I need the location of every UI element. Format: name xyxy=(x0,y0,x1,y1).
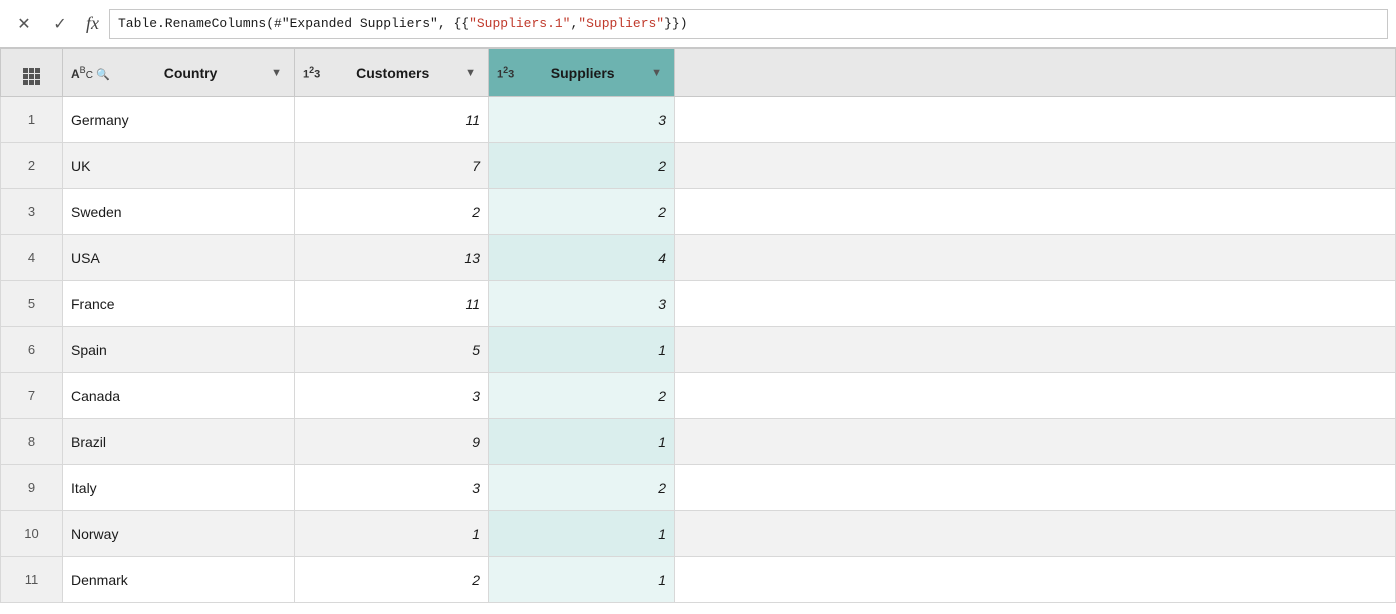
cell-customers: 2 xyxy=(295,557,489,603)
col-header-country: ABC 🔍 Country ▼ xyxy=(63,49,295,97)
table-row: 10Norway11 xyxy=(1,511,1396,557)
cell-empty xyxy=(675,419,1396,465)
table-row: 3Sweden22 xyxy=(1,189,1396,235)
row-number: 3 xyxy=(1,189,63,235)
row-number: 5 xyxy=(1,281,63,327)
confirm-button[interactable]: ✓ xyxy=(44,8,76,40)
row-number: 11 xyxy=(1,557,63,603)
cell-country: Canada xyxy=(63,373,295,419)
row-number: 10 xyxy=(1,511,63,557)
cell-suppliers: 3 xyxy=(489,281,675,327)
cell-suppliers: 2 xyxy=(489,189,675,235)
cell-suppliers: 1 xyxy=(489,419,675,465)
country-dropdown-button[interactable]: ▼ xyxy=(267,65,286,81)
cell-suppliers: 2 xyxy=(489,373,675,419)
table-row: 4USA134 xyxy=(1,235,1396,281)
table-row: 6Spain51 xyxy=(1,327,1396,373)
cell-empty xyxy=(675,235,1396,281)
cell-suppliers: 1 xyxy=(489,557,675,603)
cell-country: Brazil xyxy=(63,419,295,465)
cell-country: UK xyxy=(63,143,295,189)
table-grid-icon xyxy=(23,68,40,85)
customers-col-label: Customers xyxy=(324,65,461,81)
cell-empty xyxy=(675,143,1396,189)
cell-customers: 9 xyxy=(295,419,489,465)
country-type-icon: ABC 🔍 xyxy=(71,65,110,81)
suppliers-dropdown-button[interactable]: ▼ xyxy=(647,65,666,81)
country-col-label: Country xyxy=(114,65,267,81)
formula-bar: ✕ ✓ fx Table.RenameColumns(#"Expanded Su… xyxy=(0,0,1396,48)
cell-country: Denmark xyxy=(63,557,295,603)
formula-text-prefix: Table.RenameColumns(#"Expanded Suppliers… xyxy=(118,16,469,31)
cancel-button[interactable]: ✕ xyxy=(8,8,40,40)
row-number: 8 xyxy=(1,419,63,465)
table-row: 2UK72 xyxy=(1,143,1396,189)
table-row: 5France113 xyxy=(1,281,1396,327)
cell-suppliers: 4 xyxy=(489,235,675,281)
formula-text-value: "Suppliers" xyxy=(578,16,664,31)
suppliers-type-icon: 123 xyxy=(497,65,514,81)
table-row: 9Italy32 xyxy=(1,465,1396,511)
cell-empty xyxy=(675,511,1396,557)
formula-input[interactable]: Table.RenameColumns(#"Expanded Suppliers… xyxy=(109,9,1388,39)
cell-customers: 1 xyxy=(295,511,489,557)
table-row: 7Canada32 xyxy=(1,373,1396,419)
formula-text-sep: , xyxy=(570,16,578,31)
fx-label: fx xyxy=(80,13,105,34)
cell-customers: 13 xyxy=(295,235,489,281)
row-number: 4 xyxy=(1,235,63,281)
cell-empty xyxy=(675,97,1396,143)
table-body: 1Germany1132UK723Sweden224USA1345France1… xyxy=(1,97,1396,603)
customers-type-icon: 123 xyxy=(303,65,320,81)
formula-text-suffix: }}) xyxy=(664,16,687,31)
table-header-row: ABC 🔍 Country ▼ 123 Customers ▼ xyxy=(1,49,1396,97)
cell-customers: 5 xyxy=(295,327,489,373)
row-number: 6 xyxy=(1,327,63,373)
cell-country: Spain xyxy=(63,327,295,373)
cell-country: France xyxy=(63,281,295,327)
cell-customers: 11 xyxy=(295,281,489,327)
cell-customers: 3 xyxy=(295,373,489,419)
row-number: 9 xyxy=(1,465,63,511)
cell-suppliers: 1 xyxy=(489,327,675,373)
cell-empty xyxy=(675,465,1396,511)
cell-suppliers: 1 xyxy=(489,511,675,557)
cell-country: Italy xyxy=(63,465,295,511)
empty-header xyxy=(675,49,1396,97)
row-number: 7 xyxy=(1,373,63,419)
cell-country: Sweden xyxy=(63,189,295,235)
cell-customers: 11 xyxy=(295,97,489,143)
confirm-icon: ✓ xyxy=(53,14,66,34)
cell-suppliers: 2 xyxy=(489,143,675,189)
table-row: 1Germany113 xyxy=(1,97,1396,143)
cell-country: Norway xyxy=(63,511,295,557)
table-icon-header[interactable] xyxy=(1,49,63,97)
formula-text-key: "Suppliers.1" xyxy=(469,16,570,31)
cell-suppliers: 3 xyxy=(489,97,675,143)
cell-empty xyxy=(675,281,1396,327)
cancel-icon: ✕ xyxy=(17,14,30,34)
col-header-customers: 123 Customers ▼ xyxy=(295,49,489,97)
data-table: ABC 🔍 Country ▼ 123 Customers ▼ xyxy=(0,48,1396,603)
cell-empty xyxy=(675,557,1396,603)
suppliers-col-label: Suppliers xyxy=(518,65,647,81)
table-row: 8Brazil91 xyxy=(1,419,1396,465)
table-container: ABC 🔍 Country ▼ 123 Customers ▼ xyxy=(0,48,1396,614)
cell-customers: 2 xyxy=(295,189,489,235)
cell-country: Germany xyxy=(63,97,295,143)
table-row: 11Denmark21 xyxy=(1,557,1396,603)
col-header-suppliers: 123 Suppliers ▼ xyxy=(489,49,675,97)
row-number: 1 xyxy=(1,97,63,143)
cell-country: USA xyxy=(63,235,295,281)
cell-customers: 7 xyxy=(295,143,489,189)
row-number: 2 xyxy=(1,143,63,189)
cell-empty xyxy=(675,327,1396,373)
cell-suppliers: 2 xyxy=(489,465,675,511)
cell-customers: 3 xyxy=(295,465,489,511)
customers-dropdown-button[interactable]: ▼ xyxy=(461,65,480,81)
cell-empty xyxy=(675,373,1396,419)
cell-empty xyxy=(675,189,1396,235)
